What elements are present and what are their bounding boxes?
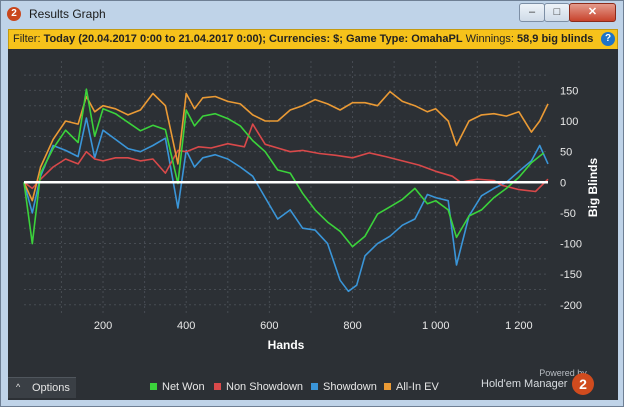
options-button[interactable]: ^ Options xyxy=(8,377,76,398)
legend-label-non-showdown: Non Showdown xyxy=(226,381,304,393)
chart-area: 150 100 50 0 -50 -100 -150 -200 200 400 600 800 1 00… xyxy=(8,49,618,400)
legend-swatch-all-in-ev xyxy=(384,383,391,390)
app-logo-icon: 2 xyxy=(7,7,21,21)
filter-bar: Filter: Today (20.04.2017 0:00 to 21.04.… xyxy=(8,29,618,50)
y-tick-label: 100 xyxy=(560,116,578,128)
x-tick-label: 200 xyxy=(94,320,112,332)
y-tick-label: -100 xyxy=(560,239,582,251)
legend-item-showdown[interactable]: Showdown xyxy=(311,381,377,393)
x-tick-label: 1 000 xyxy=(422,320,450,332)
help-icon[interactable]: ? xyxy=(601,32,615,46)
brand-name: Hold'em Manager xyxy=(481,378,568,390)
legend-item-non-showdown[interactable]: Non Showdown xyxy=(214,381,303,393)
y-tick-label: 50 xyxy=(560,147,572,159)
legend-swatch-showdown xyxy=(311,383,318,390)
caret-up-icon: ^ xyxy=(16,382,21,392)
winnings-label: Winnings: xyxy=(465,33,514,45)
window-title: Results Graph xyxy=(29,7,106,21)
x-tick-label: 600 xyxy=(260,320,278,332)
legend-swatch-net-won xyxy=(150,383,157,390)
title-bar[interactable]: 2 Results Graph – □ ✕ xyxy=(1,1,623,27)
minimize-button[interactable]: – xyxy=(519,3,545,22)
legend-swatch-non-showdown xyxy=(214,383,221,390)
legend-label-all-in-ev: All-In EV xyxy=(396,381,439,393)
y-axis-title: Big Blinds xyxy=(586,158,600,218)
hm-logo-icon: 2 xyxy=(572,373,594,395)
legend-item-net-won[interactable]: Net Won xyxy=(150,381,205,393)
results-graph-window: 2 Results Graph – □ ✕ Filter: Today (20.… xyxy=(0,0,624,407)
options-label: Options xyxy=(32,382,70,394)
filter-summary: Filter: Today (20.04.2017 0:00 to 21.04.… xyxy=(13,33,593,45)
y-tick-label: 150 xyxy=(560,85,578,97)
x-tick-label: 1 200 xyxy=(505,320,533,332)
legend-label-net-won: Net Won xyxy=(162,381,205,393)
filter-description: Today (20.04.2017 0:00 to 21.04.2017 0:0… xyxy=(43,33,463,45)
y-tick-label: -50 xyxy=(560,208,576,220)
y-tick-label: -150 xyxy=(560,269,582,281)
close-button[interactable]: ✕ xyxy=(569,3,616,22)
maximize-button[interactable]: □ xyxy=(544,3,570,22)
x-tick-label: 800 xyxy=(343,320,361,332)
winnings-value: 58,9 big blinds xyxy=(517,33,594,45)
x-axis-title: Hands xyxy=(268,338,305,352)
legend-item-all-in-ev[interactable]: All-In EV xyxy=(384,381,439,393)
legend-label-showdown: Showdown xyxy=(323,381,377,393)
results-chart: 150 100 50 0 -50 -100 -150 -200 200 400 600 800 1 00… xyxy=(23,61,600,352)
filter-prefix: Filter: xyxy=(13,33,41,45)
x-tick-label: 400 xyxy=(177,320,195,332)
y-tick-label: 0 xyxy=(560,177,566,189)
y-tick-label: -200 xyxy=(560,300,582,312)
